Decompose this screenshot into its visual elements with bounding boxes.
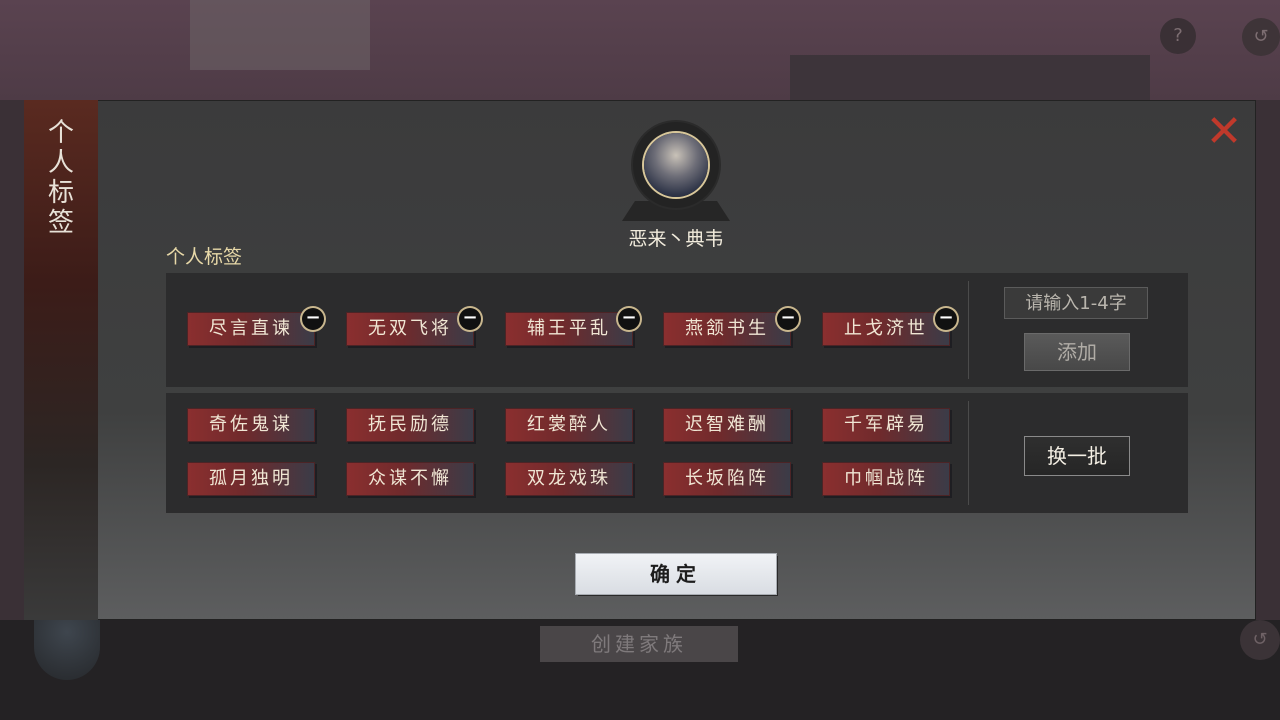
avatar-frame — [633, 122, 719, 208]
suggested-tag[interactable]: 双龙戏珠 — [505, 462, 633, 496]
background-panel — [790, 55, 1150, 100]
section-label: 个人标签 — [166, 246, 243, 268]
suggested-tag[interactable]: 抚民励德 — [346, 408, 474, 442]
swap-batch-button[interactable]: 换一批 — [1024, 436, 1130, 476]
suggested-tag[interactable]: 千军辟易 — [822, 408, 950, 442]
suggested-tag[interactable]: 红裳醉人 — [505, 408, 633, 442]
remove-tag-icon[interactable]: − — [459, 308, 481, 330]
suggested-tag[interactable]: 迟智难酬 — [663, 408, 791, 442]
divider — [968, 281, 969, 379]
remove-tag-icon[interactable]: − — [302, 308, 324, 330]
close-icon[interactable]: ✕ — [1204, 110, 1244, 154]
background-left-edge — [0, 100, 24, 620]
divider — [968, 401, 969, 505]
current-tag[interactable]: 止戈济世 — [822, 312, 950, 346]
current-tag[interactable]: 无双飞将 — [346, 312, 474, 346]
suggested-tag[interactable]: 众谋不懈 — [346, 462, 474, 496]
back-icon[interactable]: ↺ — [1242, 18, 1280, 56]
suggested-tags-panel: 奇佐鬼谋 抚民励德 红裳醉人 迟智难酬 千军辟易 孤月独明 众谋不懈 双龙戏珠 … — [166, 393, 1188, 513]
user-name: 恶来丶典韦 — [628, 228, 724, 250]
current-tag[interactable]: 辅王平乱 — [505, 312, 633, 346]
suggested-tag[interactable]: 长坂陷阵 — [663, 462, 791, 496]
refresh-icon: ↺ — [1240, 620, 1280, 660]
suggested-tag[interactable]: 孤月独明 — [187, 462, 315, 496]
tag-input[interactable] — [1004, 287, 1148, 319]
confirm-button[interactable]: 确定 — [576, 554, 776, 594]
create-family-button: 创建家族 — [540, 626, 738, 662]
suggested-tag[interactable]: 奇佐鬼谋 — [187, 408, 315, 442]
background-decoration — [190, 0, 370, 70]
current-tag[interactable]: 尽言直谏 — [187, 312, 315, 346]
remove-tag-icon[interactable]: − — [777, 308, 799, 330]
add-tag-button[interactable]: 添加 — [1024, 333, 1130, 371]
remove-tag-icon[interactable]: − — [935, 308, 957, 330]
help-icon[interactable]: ? — [1160, 18, 1196, 54]
background-right-edge — [1256, 100, 1280, 620]
suggested-tag[interactable]: 巾帼战阵 — [822, 462, 950, 496]
side-banner: 个人标签 — [24, 100, 98, 620]
current-tag[interactable]: 燕颔书生 — [663, 312, 791, 346]
side-title: 个人标签 — [47, 118, 74, 238]
current-tags-panel: 尽言直谏 − 无双飞将 − 辅王平乱 − 燕颔书生 − 止戈济世 − 添加 — [166, 273, 1188, 387]
avatar — [644, 133, 708, 197]
remove-tag-icon[interactable]: − — [618, 308, 640, 330]
personal-tags-dialog: 个人标签 ✕ 恶来丶典韦 个人标签 尽言直谏 − 无双飞将 − 辅王平乱 − 燕… — [24, 100, 1256, 620]
